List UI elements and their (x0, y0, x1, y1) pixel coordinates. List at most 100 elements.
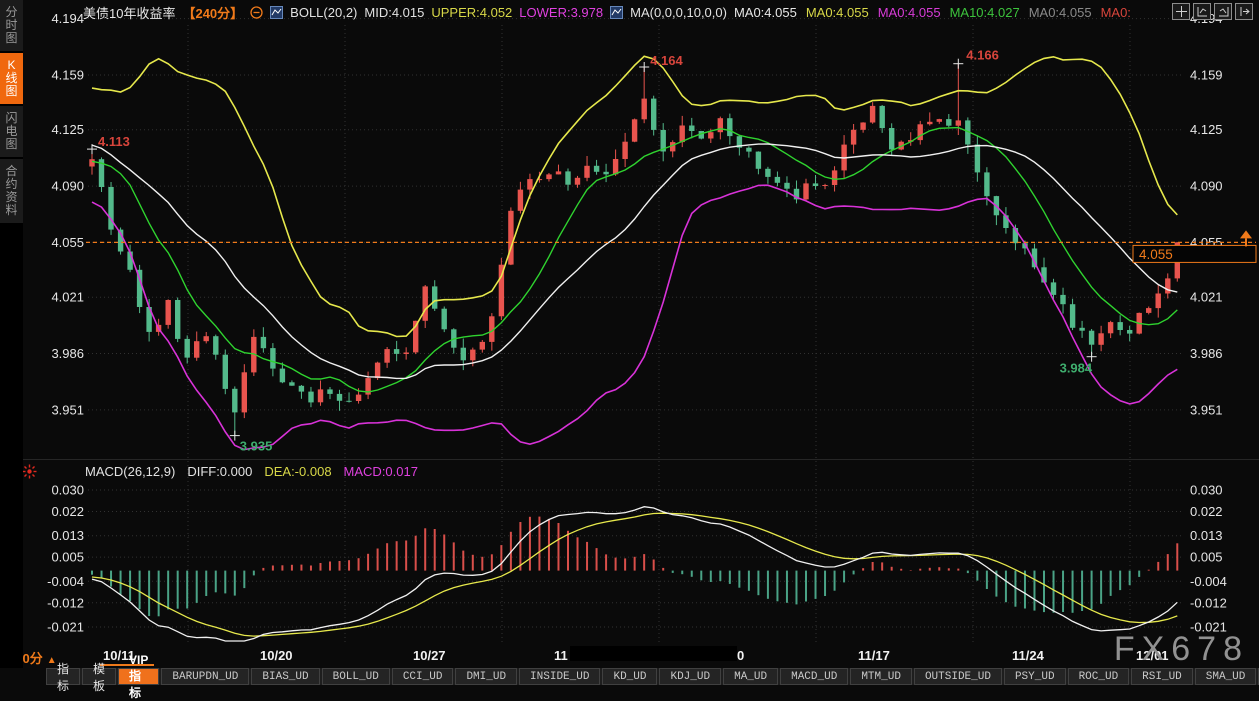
macd-dea-value: DEA:-0.008 (264, 464, 331, 479)
tab-indicator[interactable]: INSIDE_UD (519, 668, 600, 685)
svg-text:-0.004: -0.004 (47, 574, 84, 589)
page-title: 美债10年收益率 (83, 3, 175, 22)
svg-text:4.159: 4.159 (1190, 68, 1223, 83)
axis-labels: 4.1944.1944.1594.1594.1254.1254.0904.090… (47, 11, 1227, 634)
exit-panel-icon[interactable] (1235, 3, 1253, 20)
x-axis-label: 11/17 (858, 648, 890, 663)
svg-text:-0.004: -0.004 (1190, 574, 1227, 589)
tab-指标[interactable]: 指标 (46, 668, 80, 685)
boll-mid-value: MID:4.015 (364, 5, 424, 20)
svg-text:4.159: 4.159 (51, 68, 84, 83)
svg-text:3.951: 3.951 (1190, 402, 1223, 417)
svg-text:3.951: 3.951 (51, 402, 84, 417)
ma-indicator-icon[interactable] (610, 6, 623, 19)
svg-text:4.055: 4.055 (51, 235, 84, 250)
svg-text:0.022: 0.022 (1190, 504, 1223, 519)
x-axis-label: 11 (554, 648, 568, 663)
svg-text:4.125: 4.125 (51, 122, 84, 137)
tab-indicator[interactable]: BOLL_UD (322, 668, 390, 685)
watermark: FX678 (1114, 630, 1249, 669)
svg-text:3.984: 3.984 (1060, 361, 1093, 376)
svg-text:3.986: 3.986 (1190, 346, 1223, 361)
svg-text:0.013: 0.013 (1190, 528, 1223, 543)
ma-value: MA0: (1101, 5, 1131, 20)
bottom-tab-bar: 指标模板VIP指标BARUPDN_UDBIAS_UDBOLL_UDCCI_UDD… (0, 668, 1259, 685)
boll-indicator-icon[interactable] (270, 6, 283, 19)
boll-upper-line (92, 56, 1177, 336)
x-axis-label: 11/24 (1012, 648, 1044, 663)
tab-indicator[interactable]: CCI_UD (392, 668, 454, 685)
collapse-circle-icon[interactable] (250, 6, 263, 19)
macd-hist-value: MACD:0.017 (344, 464, 418, 479)
redaction-box (570, 646, 737, 661)
svg-text:4.164: 4.164 (650, 53, 683, 68)
ma-values: MA0:4.055 MA0:4.055 MA0:4.055 MA10:4.027 MA0… (734, 5, 1131, 20)
axis-right-icon[interactable] (1214, 3, 1232, 20)
sidebar-item[interactable]: 合约资料 (0, 159, 23, 223)
macd-settings-icon[interactable] (22, 464, 37, 484)
sidebar: 分时图K线图闪电图合约资料 (0, 0, 23, 668)
tab-indicator[interactable]: RSI_UD (1131, 668, 1193, 685)
sidebar-item[interactable]: 分时图 (0, 0, 23, 51)
svg-text:-0.012: -0.012 (47, 595, 84, 610)
sidebar-item[interactable]: 闪电图 (0, 106, 23, 157)
x-axis-label: 10/20 (260, 648, 293, 663)
svg-text:4.090: 4.090 (51, 179, 84, 194)
boll-lower-value: LOWER:3.978 (519, 5, 603, 20)
tab-indicator[interactable]: KD_UD (602, 668, 657, 685)
svg-text:-0.012: -0.012 (1190, 595, 1227, 610)
gridlines (23, 19, 1259, 643)
window-controls (1172, 3, 1253, 20)
svg-text:4.090: 4.090 (1190, 179, 1223, 194)
tab-indicator[interactable]: SMA_UD (1195, 668, 1257, 685)
ma-value: MA0:4.055 (806, 5, 869, 20)
macd-header: MACD(26,12,9) DIFF:0.000 DEA:-0.008 MACD… (85, 464, 418, 479)
svg-text:4.166: 4.166 (966, 48, 999, 63)
tab-indicator[interactable]: MACD_UD (780, 668, 848, 685)
tab-indicator[interactable]: OUTSIDE_UD (914, 668, 1002, 685)
ma-value: MA10:4.027 (950, 5, 1020, 20)
svg-text:-0.021: -0.021 (47, 620, 84, 635)
period-arrow-icon: ▲ (47, 655, 57, 666)
boll-label: BOLL(20,2) (290, 5, 357, 20)
tab-indicator[interactable]: MTM_UD (850, 668, 912, 685)
svg-text:4.021: 4.021 (51, 290, 84, 305)
axis-left-icon[interactable] (1193, 3, 1211, 20)
svg-text:4.055: 4.055 (1139, 247, 1173, 262)
boll-lower-line (92, 185, 1177, 449)
macd-panel (92, 507, 1177, 641)
ma-label: MA(0,0,0,10,0,0) (630, 5, 727, 20)
crosshair-tool-icon[interactable] (1172, 3, 1190, 20)
x-axis-label: 10/27 (413, 648, 446, 663)
tab-indicator[interactable]: MA_UD (723, 668, 778, 685)
tab-indicator[interactable]: ROC_UD (1068, 668, 1130, 685)
svg-text:0.022: 0.022 (51, 504, 84, 519)
x-axis-row: FX678 240分▲ 10/1110/2010/2711011/1711/24… (0, 644, 1259, 668)
ma-value: MA0:4.055 (1029, 5, 1092, 20)
svg-text:3.935: 3.935 (240, 439, 273, 454)
macd-label: MACD(26,12,9) (85, 464, 175, 479)
period-tag[interactable]: 【240分】 (182, 3, 243, 22)
ma-value: MA0:4.055 (878, 5, 941, 20)
svg-text:4.125: 4.125 (1190, 122, 1223, 137)
tab-VIP指标[interactable]: VIP指标 (118, 668, 159, 685)
tab-indicator[interactable]: DMI_UD (455, 668, 517, 685)
svg-text:0.013: 0.013 (51, 528, 84, 543)
x-axis-label: 0 (737, 648, 744, 663)
tab-indicator[interactable]: PSY_UD (1004, 668, 1066, 685)
tab-indicator[interactable]: BARUPDN_UD (161, 668, 249, 685)
chart-header: 美债10年收益率 【240分】 BOLL(20,2) MID:4.015 UPP… (23, 0, 1259, 24)
svg-text:4.113: 4.113 (98, 134, 130, 149)
tab-indicator[interactable]: BIAS_UD (251, 668, 319, 685)
sidebar-item[interactable]: K线图 (0, 53, 23, 104)
svg-text:0.005: 0.005 (51, 550, 84, 565)
tab-indicator[interactable]: KDJ_UD (659, 668, 721, 685)
chart-canvas[interactable]: 4.1944.1944.1594.1594.1254.1254.0904.090… (0, 0, 1259, 668)
svg-text:4.021: 4.021 (1190, 290, 1223, 305)
ma-value: MA0:4.055 (734, 5, 797, 20)
tab-模板[interactable]: 模板 (82, 668, 116, 685)
boll-upper-value: UPPER:4.052 (431, 5, 512, 20)
svg-text:0.030: 0.030 (1190, 483, 1223, 498)
svg-text:0.005: 0.005 (1190, 550, 1223, 565)
annotations: 4.113 3.935 4.164 4.166 3.984 (87, 48, 1097, 454)
